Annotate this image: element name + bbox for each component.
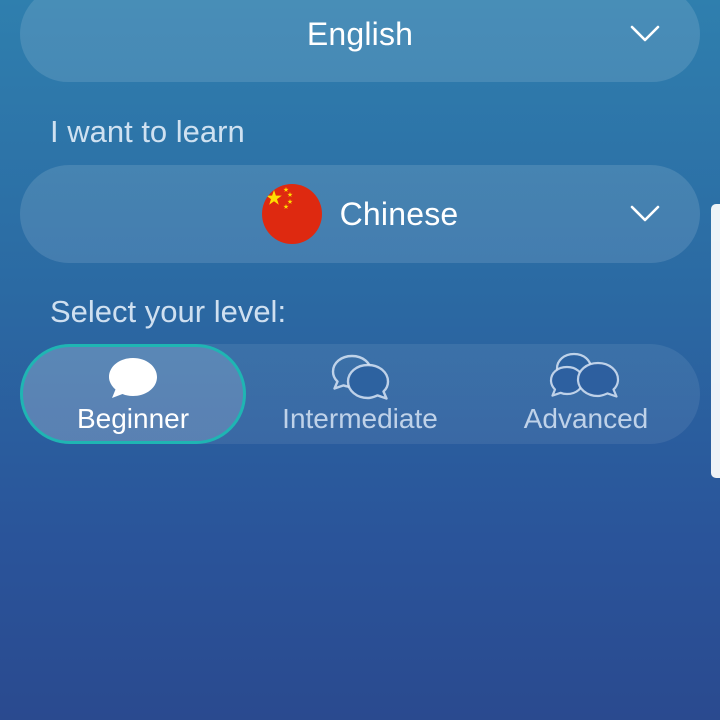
- level-label: Select your level:: [50, 294, 287, 329]
- level-label-advanced: Advanced: [523, 403, 649, 434]
- target-language-content: Chinese: [261, 184, 459, 244]
- level-option-intermediate[interactable]: Intermediate: [247, 344, 473, 444]
- single-speech-bubble-icon: [105, 353, 161, 401]
- level-label-intermediate: Intermediate: [282, 403, 438, 434]
- level-selector: Beginner Intermediate Advanced: [20, 344, 700, 444]
- target-language-value: Chinese: [339, 195, 459, 232]
- native-language-value: English: [306, 15, 414, 52]
- target-language-dropdown[interactable]: Chinese: [20, 165, 700, 263]
- chevron-down-icon: [630, 205, 660, 223]
- double-speech-bubble-icon: [326, 353, 394, 401]
- level-option-beginner[interactable]: Beginner: [20, 344, 246, 444]
- triple-speech-bubble-icon: [547, 352, 625, 401]
- chevron-down-icon: [630, 25, 660, 43]
- level-label-beginner: Beginner: [76, 403, 190, 434]
- china-flag-icon: [261, 184, 322, 244]
- level-option-advanced[interactable]: Advanced: [473, 344, 699, 444]
- learn-label: I want to learn: [50, 114, 245, 149]
- scrollbar[interactable]: [711, 204, 720, 478]
- native-language-dropdown[interactable]: English: [20, 0, 700, 82]
